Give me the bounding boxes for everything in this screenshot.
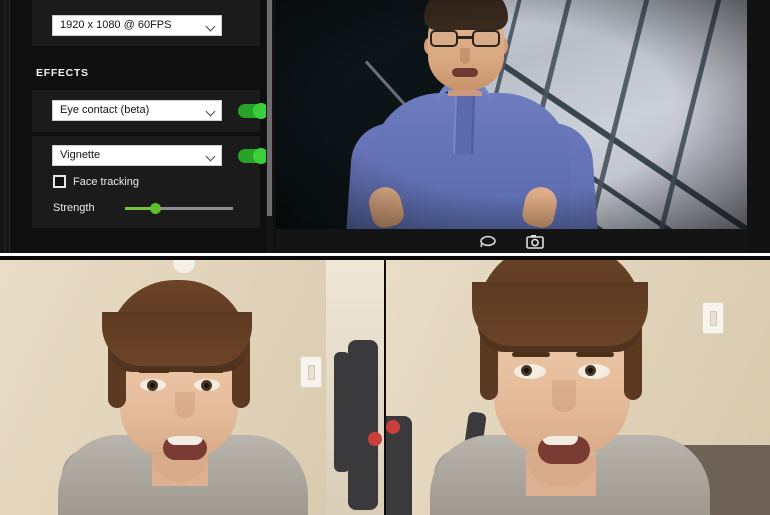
chevron-down-icon [205, 150, 217, 162]
camera-preview-area [276, 0, 770, 253]
pupil [150, 383, 155, 388]
vignette-dropdown[interactable]: Vignette [52, 145, 222, 166]
exercise-handle [386, 420, 400, 434]
exercise-equipment [334, 352, 350, 472]
face-tracking-row[interactable]: Face tracking [53, 175, 139, 188]
webcam-before-panel [0, 256, 384, 515]
vignette-toggle[interactable] [238, 148, 268, 164]
preview-right-strip [747, 0, 770, 253]
eye-contact-dropdown[interactable]: Eye contact (beta) [52, 100, 222, 121]
subject-nose [175, 392, 195, 418]
pupil [524, 368, 529, 373]
record-loop-icon[interactable] [478, 232, 498, 250]
subject-eye-right [194, 379, 220, 391]
panel-top-edge [0, 256, 384, 260]
subject-eye-right [578, 364, 610, 379]
subject-bangs [472, 282, 648, 346]
subject-eye-left [514, 364, 546, 379]
scrollbar-thumb[interactable] [267, 0, 272, 216]
glasses-lens-right [472, 30, 500, 47]
light-switch [702, 302, 724, 334]
window-left-edge [0, 0, 10, 253]
subject-eyebrow-right [192, 368, 224, 373]
settings-panel: 1920 x 1080 @ 60FPS EFFECTS Eye contact … [10, 0, 268, 253]
eye-contact-toggle[interactable] [238, 103, 268, 119]
webcam-comparison-strip [0, 256, 770, 515]
teeth [167, 436, 203, 445]
pupil [204, 383, 209, 388]
camera-snapshot-icon[interactable] [525, 232, 545, 250]
exercise-handle [368, 432, 382, 446]
teeth [542, 436, 578, 445]
screenshot-root: 1920 x 1080 @ 60FPS EFFECTS Eye contact … [0, 0, 770, 515]
strength-slider-row: Strength [53, 202, 233, 214]
webcam-after-panel [386, 256, 770, 515]
glasses-bridge [458, 36, 472, 39]
subject-bangs [102, 312, 252, 366]
subject-eyebrow-left [512, 352, 550, 357]
subject-glasses [428, 30, 504, 48]
resolution-value: 1920 x 1080 @ 60FPS [60, 19, 172, 31]
strength-label: Strength [53, 202, 95, 214]
window-edge-highlight [4, 0, 6, 253]
glasses-lens-left [430, 30, 458, 47]
exercise-equipment [348, 340, 378, 510]
strength-slider-thumb[interactable] [149, 202, 161, 214]
subject-eyebrow-right [576, 352, 614, 357]
camera-preview-video [276, 0, 747, 229]
chevron-down-icon [205, 105, 217, 117]
face-tracking-label: Face tracking [73, 175, 140, 188]
chevron-down-icon [205, 20, 217, 32]
subject-eyebrow-left [432, 26, 454, 29]
panel-top-edge [386, 256, 770, 260]
preview-toolbar [276, 229, 747, 253]
subject-nose [460, 48, 470, 64]
camera-settings-window: 1920 x 1080 @ 60FPS EFFECTS Eye contact … [0, 0, 770, 253]
strength-slider-track[interactable] [125, 202, 233, 214]
pupil [588, 368, 593, 373]
settings-scrollbar[interactable] [266, 0, 273, 253]
light-switch [300, 356, 322, 388]
subject-eyebrow-right [476, 26, 498, 29]
vignette-value: Vignette [60, 149, 101, 161]
eye-contact-value: Eye contact (beta) [60, 104, 150, 116]
subject-mouth [452, 68, 478, 77]
subject-eye-left [140, 379, 166, 391]
face-tracking-checkbox[interactable] [53, 175, 66, 188]
subject-nose [552, 380, 576, 412]
subject-eyebrow-left [138, 368, 170, 373]
subject-mouth [538, 436, 590, 464]
effects-section-title: EFFECTS [36, 67, 89, 79]
subject-mouth [163, 436, 207, 460]
resolution-dropdown[interactable]: 1920 x 1080 @ 60FPS [52, 15, 222, 36]
